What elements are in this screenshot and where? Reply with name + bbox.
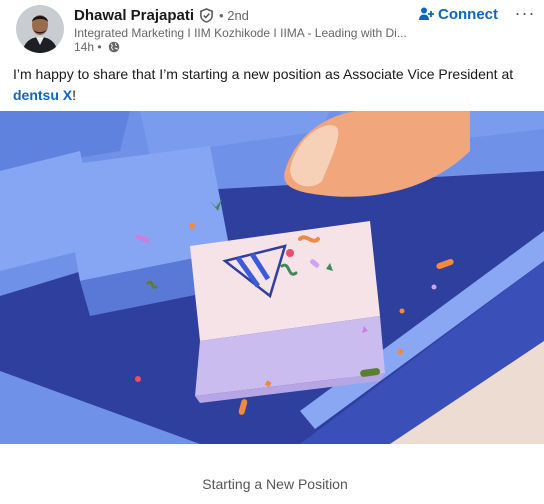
post-meta: 14h • <box>74 40 120 54</box>
verified-shield-icon <box>199 7 214 23</box>
add-person-icon <box>418 6 434 22</box>
post-text-main: I’m happy to share that I’m starting a n… <box>13 66 514 82</box>
globe-icon <box>108 41 120 53</box>
post-text-end: ! <box>72 87 77 103</box>
author-name[interactable]: Dhawal Prajapati <box>74 7 194 24</box>
feed-post: Dhawal Prajapati • 2nd Integrated Market… <box>0 0 544 504</box>
keyboard-illustration <box>0 111 544 444</box>
connect-label: Connect <box>438 5 498 23</box>
avatar[interactable] <box>16 5 64 53</box>
connect-button[interactable]: Connect <box>418 3 498 25</box>
post-image[interactable] <box>0 111 544 444</box>
connection-degree: • 2nd <box>219 7 249 23</box>
company-link[interactable]: dentsu X <box>13 87 72 103</box>
author-name-row: Dhawal Prajapati • 2nd <box>74 5 249 25</box>
more-options-button[interactable]: ··· <box>512 2 538 24</box>
post-time: 14h • <box>74 40 102 54</box>
media-caption: Starting a New Position <box>202 476 348 492</box>
ellipsis-icon: ··· <box>514 2 536 23</box>
post-text: I’m happy to share that I’m starting a n… <box>13 64 523 106</box>
author-headline: Integrated Marketing I IIM Kozhikode I I… <box>74 26 407 40</box>
